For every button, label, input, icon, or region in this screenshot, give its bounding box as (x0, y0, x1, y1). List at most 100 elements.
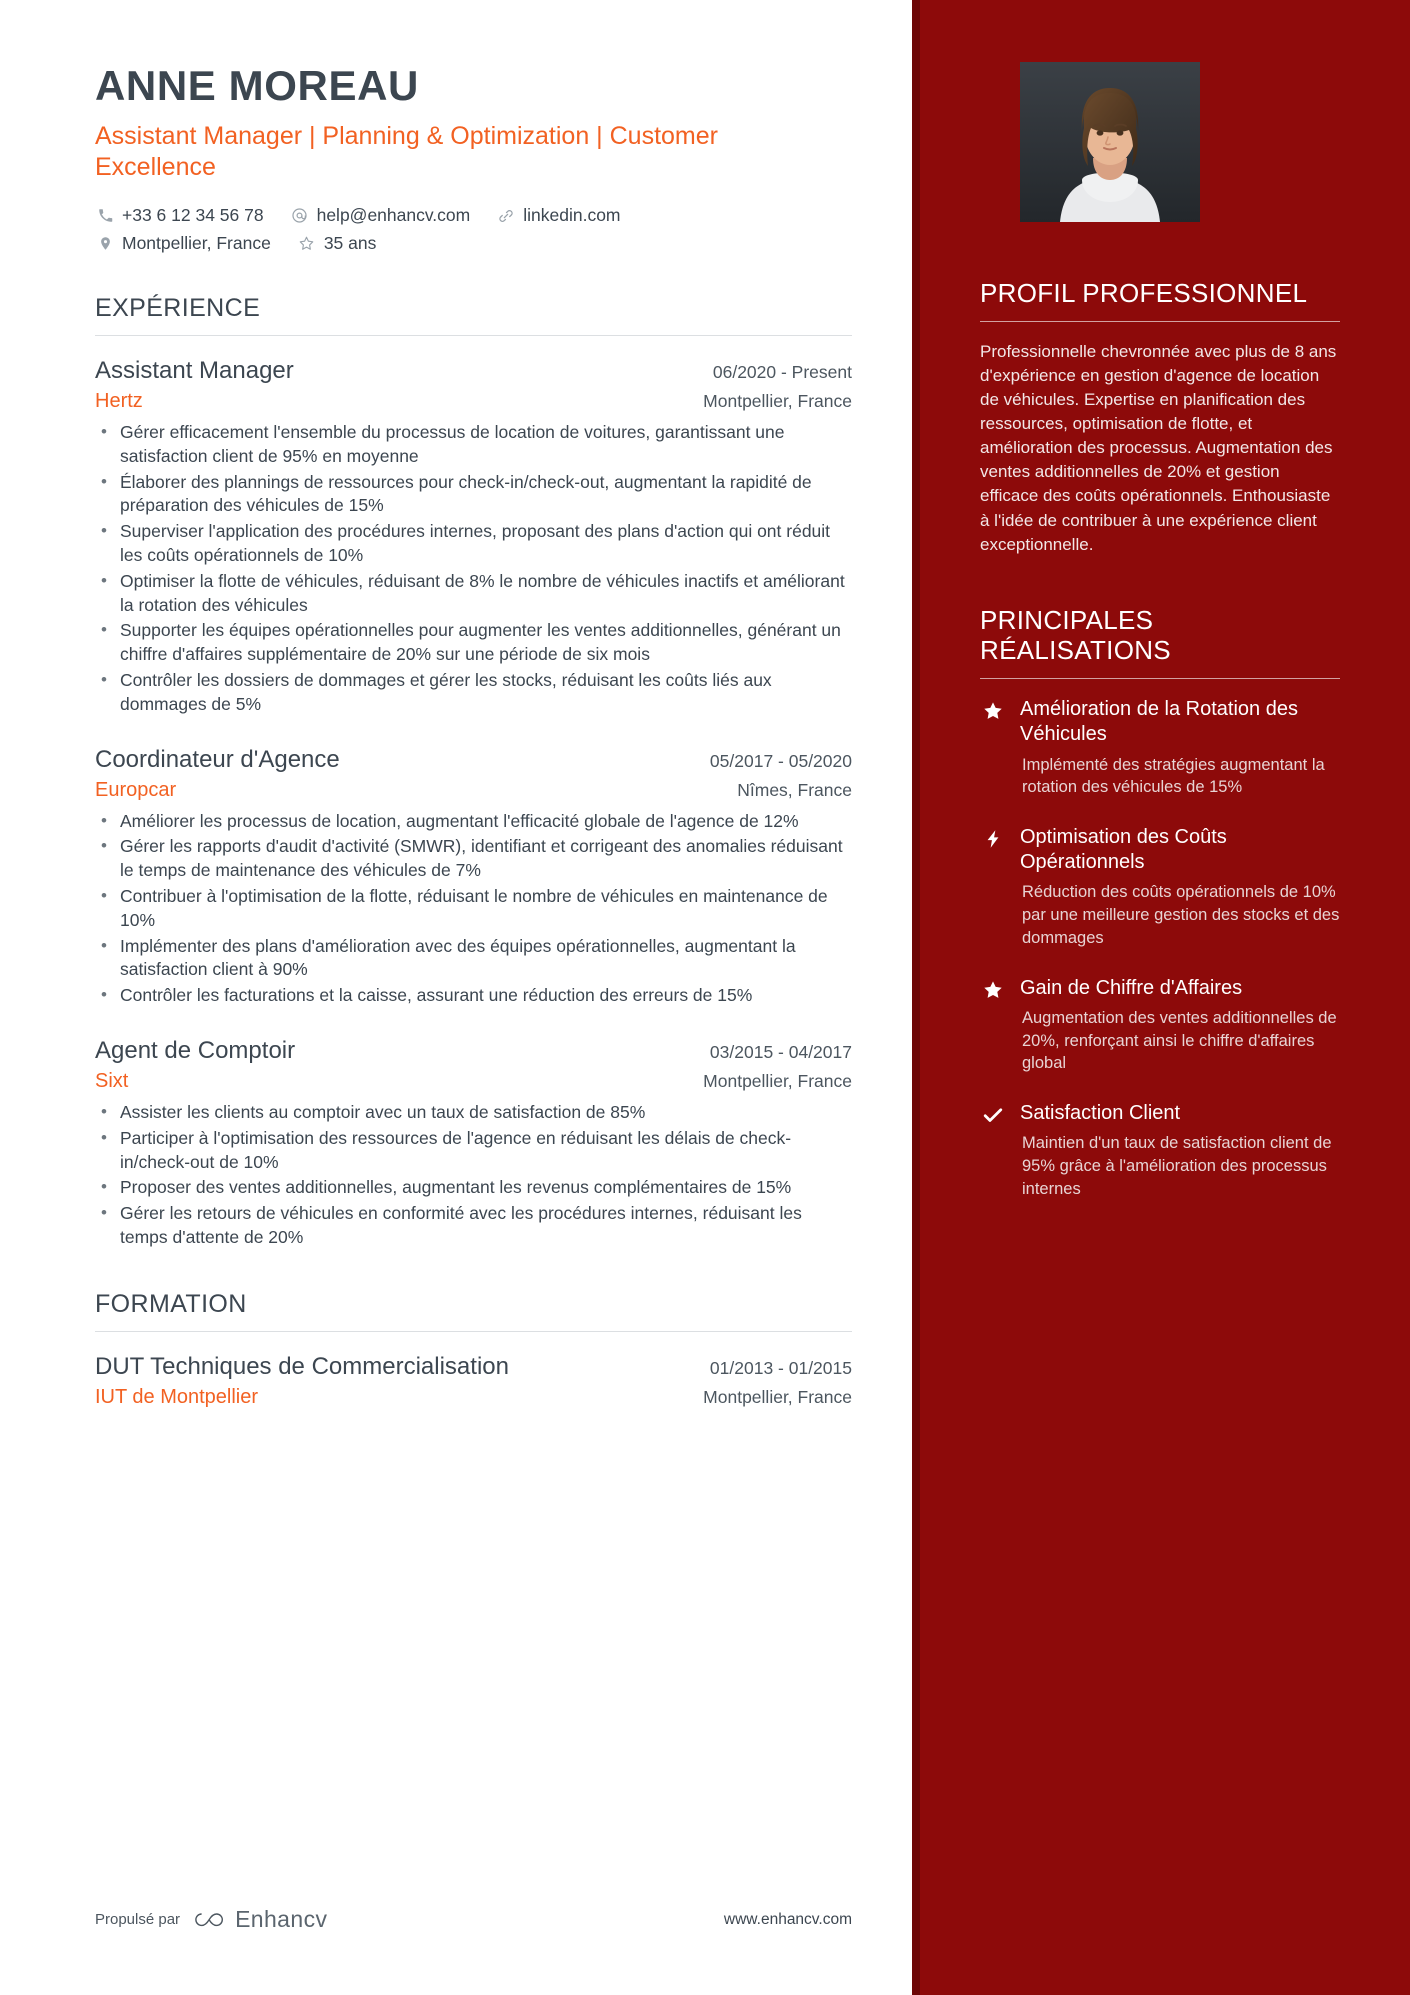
education-entries: DUT Techniques de Commercialisation 01/20… (95, 1352, 852, 1409)
experience-entry: Agent de Comptoir 03/2015 - 04/2017 Sixt Mo… (95, 1036, 852, 1250)
school-name: IUT de Montpellier (95, 1385, 259, 1408)
company-name: Sixt (95, 1069, 129, 1092)
contact-location: Montpellier, France (95, 233, 271, 254)
contact-age-text: 35 ans (323, 233, 377, 254)
school-location: Montpellier, France (703, 1386, 852, 1407)
page-footer: Propulsé par Enhancv www.enhancv.com (95, 1906, 852, 1933)
entry-subheader: Europcar Nîmes, France (95, 779, 852, 802)
profile-photo-illustration (1020, 62, 1200, 222)
company-name: Hertz (95, 390, 143, 413)
achievement-text: Optimisation des Coûts Opérationnels Rédu… (1020, 825, 1340, 950)
entry-header: Agent de Comptoir 03/2015 - 04/2017 (95, 1036, 852, 1066)
achievements-section: PRINCIPALES RÉALISATIONS Amélioration de… (980, 605, 1340, 1201)
job-bullet: Contribuer à l'optimisation de la flotte… (95, 884, 852, 933)
education-section-title: FORMATION (95, 1289, 247, 1318)
enhancv-logo: Enhancv (192, 1906, 327, 1933)
entry-subheader: Hertz Montpellier, France (95, 390, 852, 413)
achievement-text: Gain de Chiffre d'Affaires Augmentation d… (1020, 976, 1340, 1075)
achievements-section-title: PRINCIPALES RÉALISATIONS (980, 604, 1171, 666)
footer-branding: Propulsé par Enhancv (95, 1906, 327, 1933)
sidebar-column: PROFIL PROFESSIONNEL Professionnelle che… (912, 0, 1410, 1995)
location-pin-icon (95, 234, 115, 254)
lightning-bolt-icon (980, 825, 1006, 950)
job-bullet: Optimiser la flotte de véhicules, réduis… (95, 569, 852, 618)
experience-section: EXPÉRIENCE Assistant Manager 06/2020 - Pr… (95, 294, 852, 1250)
sidebar-divider (980, 678, 1340, 680)
job-bullet: Contrôler les dossiers de dommages et gé… (95, 668, 852, 717)
job-location: Montpellier, France (703, 391, 852, 412)
phone-icon (95, 206, 115, 226)
job-dates: 03/2015 - 04/2017 (709, 1041, 852, 1062)
contact-linkedin-text: linkedin.com (523, 205, 621, 226)
job-bullet-list: Améliorer les processus de location, aug… (95, 809, 852, 1008)
job-title: Coordinateur d'Agence (95, 745, 340, 773)
company-name: Europcar (95, 778, 177, 801)
achievement-item: Optimisation des Coûts Opérationnels Rédu… (980, 825, 1340, 950)
education-entry: DUT Techniques de Commercialisation 01/20… (95, 1352, 852, 1409)
contact-email[interactable]: help@enhancv.com (290, 205, 471, 226)
enhancv-brand-text: Enhancv (235, 1906, 328, 1932)
achievement-text: Amélioration de la Rotation des Véhicule… (1020, 697, 1340, 799)
star-outline-icon (297, 234, 317, 254)
job-bullet: Supporter les équipes opérationnelles po… (95, 618, 852, 667)
entry-subheader: Sixt Montpellier, France (95, 1070, 852, 1093)
achievements-list: Amélioration de la Rotation des Véhicule… (980, 697, 1340, 1201)
checkmark-icon (980, 1101, 1006, 1200)
achievement-description: Augmentation des ventes additionnelles d… (1022, 1008, 1337, 1073)
section-divider (95, 1330, 852, 1332)
job-bullet: Élaborer des plannings de ressources pou… (95, 470, 852, 519)
achievement-item: Satisfaction Client Maintien d'un taux de… (980, 1101, 1340, 1200)
education-section: FORMATION DUT Techniques de Commercialis… (95, 1290, 852, 1409)
contact-age: 35 ans (297, 233, 377, 254)
entry-header: Coordinateur d'Agence 05/2017 - 05/2020 (95, 745, 852, 775)
contact-email-text: help@enhancv.com (316, 205, 471, 226)
job-bullet: Gérer les rapports d'audit d'activité (S… (95, 834, 852, 883)
achievement-text: Satisfaction Client Maintien d'un taux de… (1020, 1101, 1340, 1200)
achievement-title: Gain de Chiffre d'Affaires (1020, 976, 1243, 999)
achievement-description: Réduction des coûts opérationnels de 10%… (1022, 883, 1340, 947)
star-icon (980, 697, 1006, 799)
enhancv-mark-icon (195, 1912, 224, 1926)
contact-row-1: +33 6 12 34 56 78 help@enhancv.com linke… (95, 205, 852, 226)
contact-linkedin[interactable]: linkedin.com (496, 205, 621, 226)
profile-section-title: PROFIL PROFESSIONNEL (980, 278, 1308, 308)
entry-subheader: IUT de Montpellier Montpellier, France (95, 1386, 852, 1409)
section-divider (95, 335, 852, 337)
achievement-description: Maintien d'un taux de satisfaction clien… (1022, 1134, 1332, 1198)
achievement-description: Implémenté des stratégies augmentant la … (1022, 755, 1325, 797)
contact-phone-text: +33 6 12 34 56 78 (122, 205, 264, 226)
achievement-title: Amélioration de la Rotation des Véhicule… (1020, 698, 1298, 746)
job-bullet: Superviser l'application des procédures … (95, 519, 852, 568)
job-bullet-list: Assister les clients au comptoir avec un… (95, 1100, 852, 1250)
contact-row-2: Montpellier, France 35 ans (95, 233, 852, 254)
job-bullet: Contrôler les facturations et la caisse,… (95, 983, 852, 1008)
professional-headline: Assistant Manager | Planning & Optimizat… (95, 122, 718, 182)
contact-info: +33 6 12 34 56 78 help@enhancv.com linke… (95, 205, 852, 254)
sidebar-divider (980, 320, 1340, 322)
job-bullet: Assister les clients au comptoir avec un… (95, 1100, 852, 1125)
experience-entries: Assistant Manager 06/2020 - Present Hertz M… (95, 356, 852, 1250)
job-bullet: Gérer efficacement l'ensemble du process… (95, 420, 852, 469)
degree-dates: 01/2013 - 01/2015 (709, 1357, 852, 1378)
link-icon (496, 206, 516, 226)
profile-section: PROFIL PROFESSIONNEL Professionnelle che… (980, 278, 1340, 557)
job-bullet: Participer à l'optimisation des ressourc… (95, 1126, 852, 1175)
job-bullet: Proposer des ventes additionnelles, augm… (95, 1175, 852, 1200)
job-location: Nîmes, France (737, 779, 852, 800)
degree-title: DUT Techniques de Commercialisation (95, 1352, 509, 1380)
entry-header: DUT Techniques de Commercialisation 01/20… (95, 1352, 852, 1382)
contact-phone[interactable]: +33 6 12 34 56 78 (95, 205, 264, 226)
page-title: ANNE MOREAU (95, 62, 419, 109)
experience-entry: Coordinateur d'Agence 05/2017 - 05/2020 Eu… (95, 745, 852, 1008)
job-bullet: Améliorer les processus de location, aug… (95, 809, 852, 834)
avatar (1020, 62, 1200, 222)
footer-url[interactable]: www.enhancv.com (724, 1911, 852, 1929)
entry-header: Assistant Manager 06/2020 - Present (95, 356, 852, 386)
main-column: ANNE MOREAU Assistant Manager | Planning… (0, 0, 912, 1995)
job-title: Agent de Comptoir (95, 1036, 296, 1064)
job-bullet: Gérer les retours de véhicules en confor… (95, 1201, 852, 1250)
job-bullet-list: Gérer efficacement l'ensemble du process… (95, 420, 852, 717)
profile-summary-text: Professionnelle chevronnée avec plus de … (980, 341, 1337, 554)
star-icon (980, 976, 1006, 1075)
email-icon (290, 206, 310, 226)
